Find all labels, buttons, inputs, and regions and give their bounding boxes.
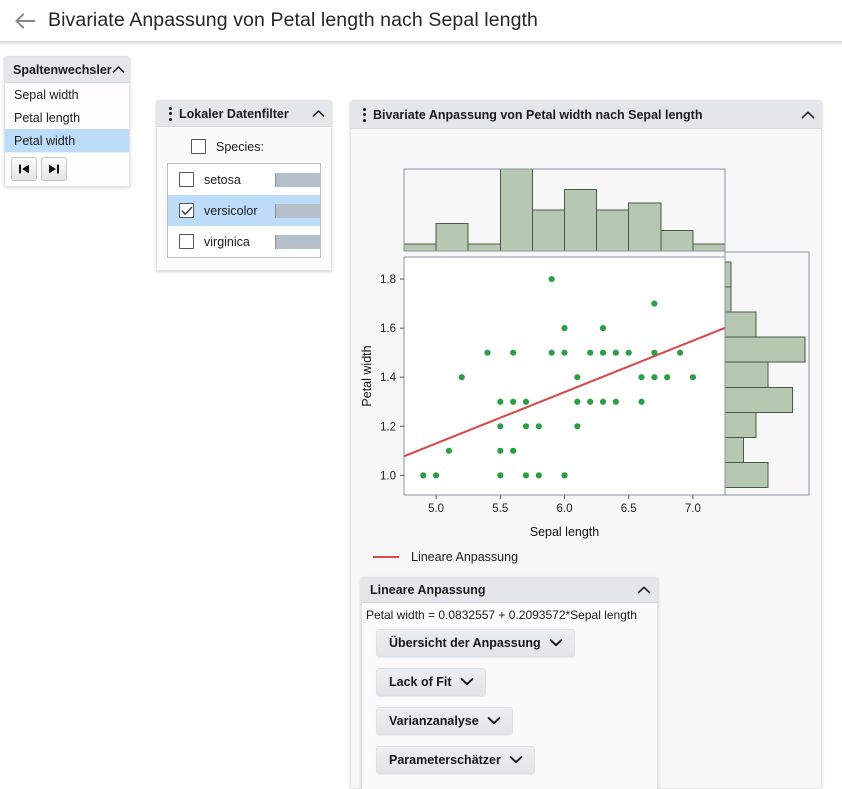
section-label: Lack of Fit [389, 675, 452, 689]
fit-equation: Petal width = 0.0832557 + 0.2093572*Sepa… [362, 608, 657, 622]
sidebar-item-petal-width[interactable]: Petal width [5, 129, 129, 152]
sidebar-item-petal-length[interactable]: Petal length [5, 106, 129, 129]
virginica-checkbox[interactable] [179, 234, 194, 249]
kebab-menu-icon[interactable] [163, 107, 177, 121]
back-arrow-icon[interactable] [6, 2, 44, 40]
column-switcher-panel: Spaltenwechsler Sepal width Petal length… [4, 56, 130, 187]
chevron-down-icon[interactable] [460, 675, 474, 689]
column-switcher-nav [5, 152, 129, 186]
section-varianzanalyse[interactable]: Varianzanalyse [376, 707, 513, 735]
legend-label: Lineare Anpassung [411, 550, 518, 564]
column-item-label: Petal length [14, 111, 80, 125]
linear-fit-body: Petal width = 0.0832557 + 0.2093572*Sepa… [362, 603, 657, 789]
fit-section-row: Übersicht der Anpassung [362, 629, 657, 668]
svg-text:7.0: 7.0 [685, 503, 701, 515]
setosa-count-bar [275, 173, 320, 187]
top-bar: Bivariate Anpassung von Petal length nac… [0, 0, 842, 41]
fit-section-row: Varianzanalyse [362, 707, 657, 746]
list-item-versicolor[interactable]: versicolor [168, 195, 320, 226]
section-label: Varianzanalyse [389, 714, 479, 728]
column-switcher-header[interactable]: Spaltenwechsler [5, 57, 129, 83]
section-label: Übersicht der Anpassung [389, 636, 541, 650]
section-parameterschaetzer[interactable]: Parameterschätzer [376, 746, 535, 774]
virginica-label: virginica [204, 235, 265, 249]
sidebar-item-sepal-width[interactable]: Sepal width [5, 83, 129, 106]
chevron-up-icon[interactable] [112, 65, 125, 74]
data-filter-header[interactable]: Lokaler Datenfilter [157, 101, 331, 127]
fit-section-row: Parameterschätzer [362, 746, 657, 785]
fit-section-row: Lack of Fit [362, 668, 657, 707]
column-item-label: Sepal width [14, 88, 79, 102]
chevron-up-icon[interactable] [801, 110, 815, 120]
svg-text:1.0: 1.0 [380, 470, 396, 482]
legend-line-swatch [373, 556, 399, 558]
bivariate-chart[interactable]: 1.0 1.2 1.4 1.6 1.8 5.0 5.5 6.0 6.5 7.0 Sepal leng… [351, 129, 823, 547]
chevron-down-icon[interactable] [549, 636, 563, 650]
bivariate-analysis-panel: Bivariate Anpassung von Petal width nach… [350, 100, 822, 788]
bivariate-body: 1.0 1.2 1.4 1.6 1.8 5.0 5.5 6.0 6.5 7.0 Sepal leng… [351, 129, 821, 788]
section-lack-of-fit[interactable]: Lack of Fit [376, 668, 486, 696]
page-body: Spaltenwechsler Sepal width Petal length… [0, 46, 842, 765]
svg-text:1.4: 1.4 [380, 372, 397, 384]
skip-to-first-icon[interactable] [11, 157, 37, 181]
column-switcher-list: Sepal width Petal length Petal width [5, 83, 129, 186]
page-title: Bivariate Anpassung von Petal length nac… [48, 9, 538, 32]
svg-text:6.0: 6.0 [557, 503, 573, 515]
data-filter-body: Species: setosa versicolor virgi [157, 127, 331, 270]
column-item-label: Petal width [14, 134, 75, 148]
skip-to-last-icon[interactable] [41, 157, 67, 181]
species-group-checkbox[interactable] [191, 139, 206, 154]
section-uebersicht-der-anpassung[interactable]: Übersicht der Anpassung [376, 629, 575, 657]
virginica-count-bar [275, 235, 320, 249]
svg-text:5.5: 5.5 [492, 503, 508, 515]
chevron-down-icon[interactable] [487, 714, 501, 728]
column-switcher-title: Spaltenwechsler [13, 63, 112, 77]
linear-fit-header[interactable]: Lineare Anpassung [362, 578, 657, 603]
svg-text:1.6: 1.6 [380, 323, 396, 335]
chevron-up-icon[interactable] [312, 109, 325, 118]
data-filter-title: Lokaler Datenfilter [179, 107, 289, 121]
svg-text:Petal width: Petal width [360, 345, 374, 406]
filter-value-list: setosa versicolor virginica [167, 163, 321, 258]
list-item-setosa[interactable]: setosa [168, 164, 320, 195]
svg-text:Sepal length: Sepal length [530, 525, 600, 539]
linear-fit-panel: Lineare Anpassung Petal width = 0.083255… [361, 577, 658, 789]
svg-text:5.0: 5.0 [428, 503, 444, 515]
species-group-label: Species: [216, 140, 264, 154]
linear-fit-title: Lineare Anpassung [370, 583, 486, 597]
svg-text:1.2: 1.2 [380, 421, 396, 433]
local-data-filter-panel: Lokaler Datenfilter Species: setosa [156, 100, 332, 271]
svg-text:6.5: 6.5 [621, 503, 637, 515]
setosa-checkbox[interactable] [179, 172, 194, 187]
setosa-label: setosa [204, 173, 265, 187]
filter-group-species[interactable]: Species: [191, 139, 321, 154]
versicolor-count-bar [275, 204, 320, 218]
bivariate-header[interactable]: Bivariate Anpassung von Petal width nach… [351, 101, 821, 129]
versicolor-label: versicolor [204, 204, 265, 218]
chevron-up-icon[interactable] [637, 585, 651, 595]
chart-legend: Lineare Anpassung [373, 550, 518, 564]
svg-text:1.8: 1.8 [380, 274, 396, 286]
list-item-virginica[interactable]: virginica [168, 226, 320, 257]
bivariate-title: Bivariate Anpassung von Petal width nach… [373, 108, 702, 122]
versicolor-checkbox[interactable] [179, 203, 194, 218]
kebab-menu-icon[interactable] [357, 108, 371, 122]
